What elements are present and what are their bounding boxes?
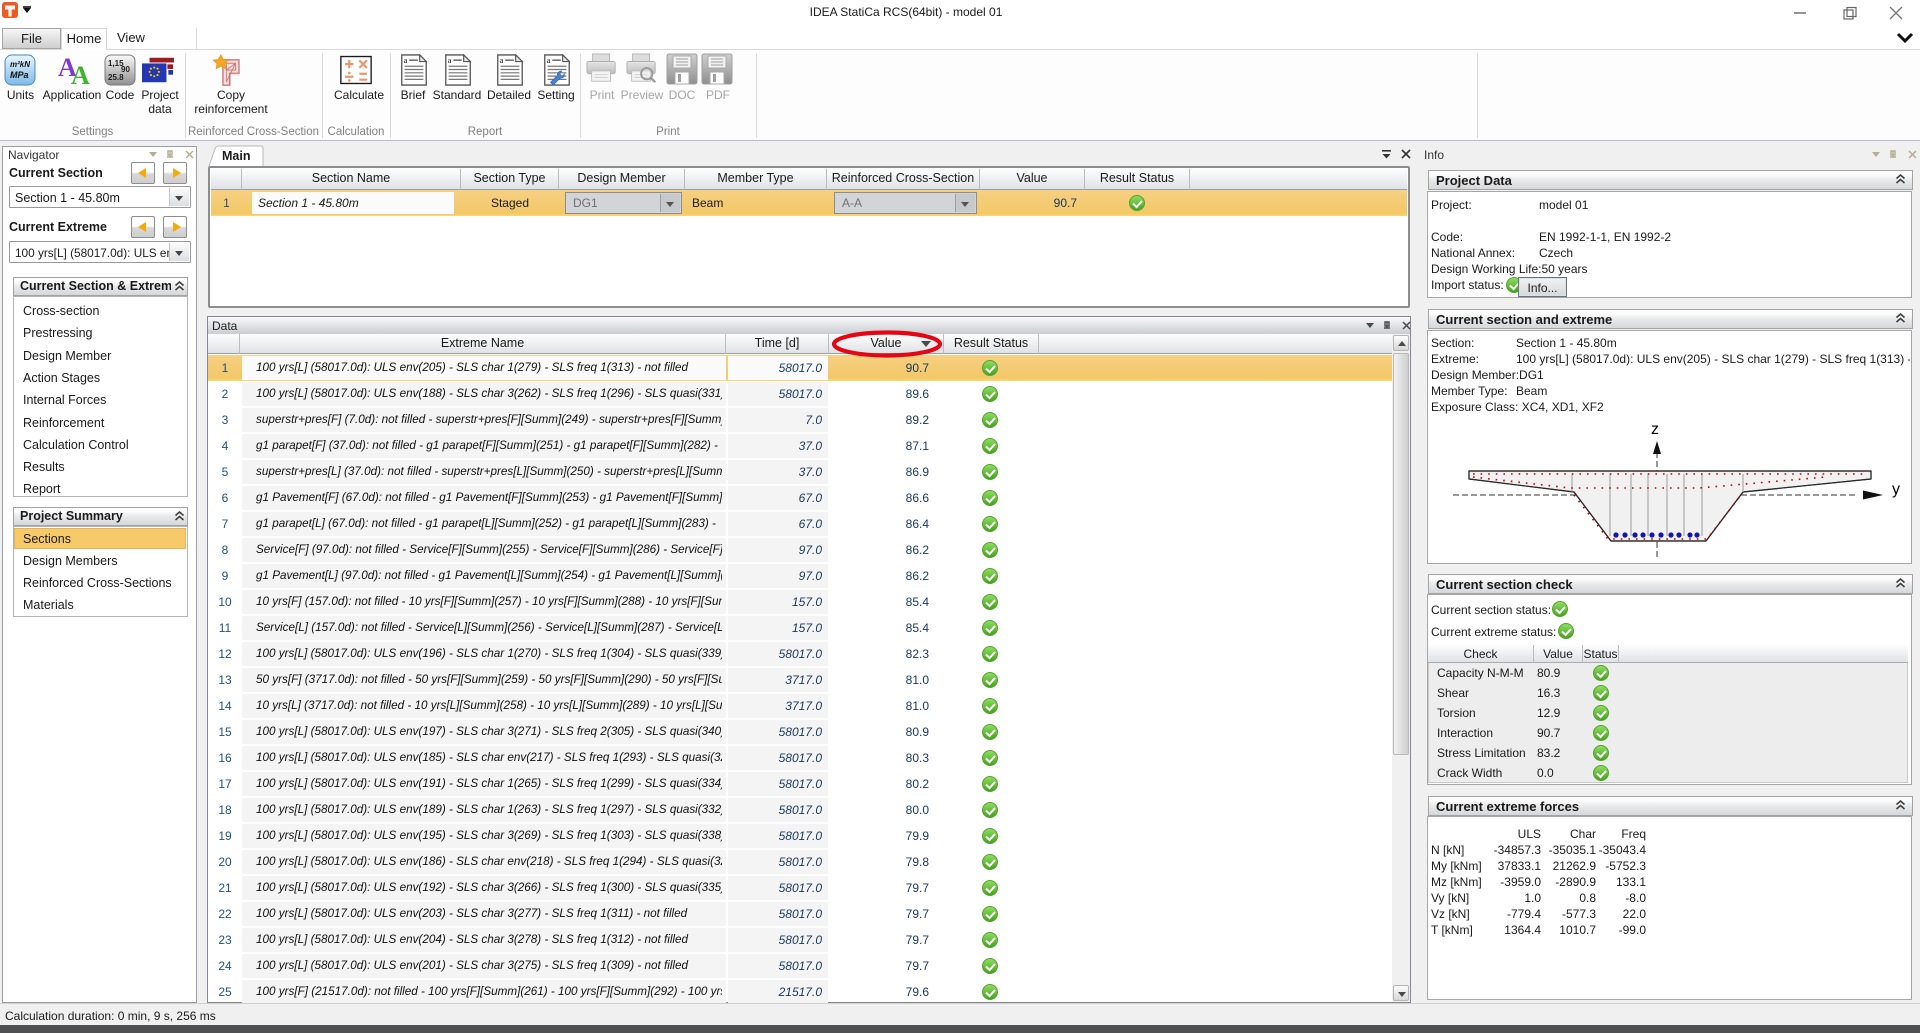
svg-text:a: a <box>547 55 551 65</box>
svg-text:y: y <box>1892 481 1900 498</box>
svg-text:a: a <box>448 55 452 65</box>
svg-text:a: a <box>404 55 408 65</box>
svg-text:m²kN: m²kN <box>10 60 30 69</box>
svg-text:MPa: MPa <box>10 70 29 80</box>
svg-text:A: A <box>71 61 90 86</box>
svg-text:25.8: 25.8 <box>108 73 124 82</box>
svg-text:a: a <box>500 55 504 65</box>
svg-text:z: z <box>1651 421 1659 438</box>
